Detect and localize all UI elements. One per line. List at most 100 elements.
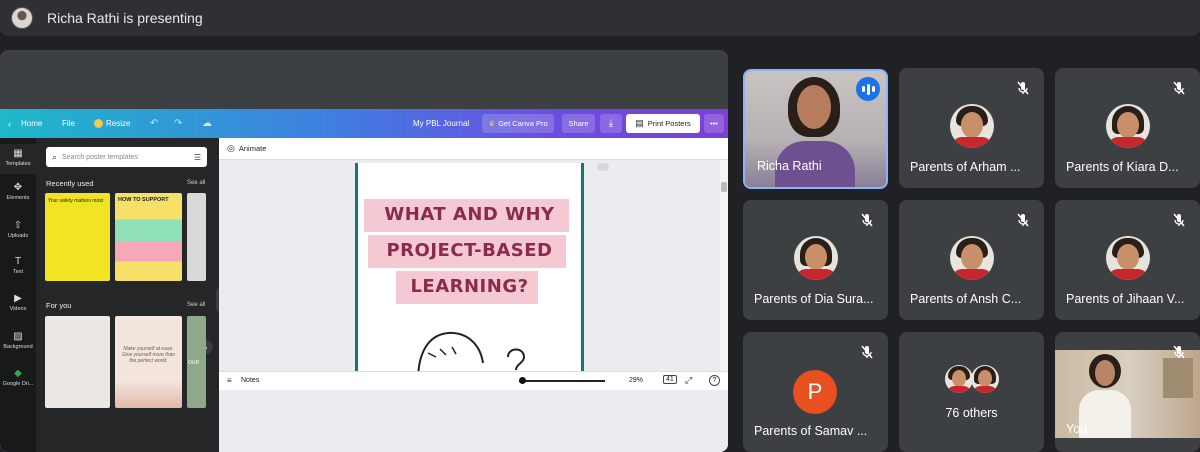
- search-icon: ⌕: [52, 151, 58, 162]
- avatar: [793, 236, 838, 280]
- document-title[interactable]: My PBL Journal: [413, 119, 469, 128]
- zoom-level[interactable]: 29%: [629, 377, 643, 384]
- avatar: [949, 104, 994, 148]
- resize-button[interactable]: Resize: [106, 119, 130, 128]
- template-search-input[interactable]: ⌕ Search poster templates ☰: [46, 147, 207, 167]
- undo-icon[interactable]: ↶: [150, 118, 158, 129]
- videos-icon: ▶: [14, 293, 22, 304]
- print-posters-button[interactable]: ▤ Print Posters: [626, 114, 700, 133]
- more-options-button[interactable]: •••: [704, 114, 724, 133]
- home-button[interactable]: Home: [21, 119, 42, 128]
- page-scroll-handle[interactable]: [597, 163, 609, 171]
- mic-off-icon: [1167, 76, 1191, 100]
- self-face: [1095, 360, 1115, 386]
- rail-google-drive[interactable]: ◆ Google Dri...: [0, 368, 36, 387]
- mic-off-icon: [1011, 208, 1035, 232]
- presenter-avatar: [11, 7, 33, 29]
- mic-off-icon: [855, 340, 879, 364]
- uploads-icon: ⇧: [13, 220, 23, 231]
- template-thumb-partial-2[interactable]: OUR: [187, 316, 206, 408]
- others-tile[interactable]: 76 others: [899, 332, 1044, 452]
- text-icon: T: [14, 256, 22, 267]
- participant-name: Parents of Samav ...: [754, 424, 868, 438]
- see-all-recent-link[interactable]: See all: [187, 180, 205, 186]
- mic-off-icon: [1011, 76, 1035, 100]
- headline-line-2: PROJECT-BASED: [386, 240, 553, 261]
- headline-line-1: WHAT AND WHY: [384, 204, 555, 225]
- participant-tile-samav[interactable]: P Parents of Samav ...: [743, 332, 888, 452]
- template-thumb-safety[interactable]: Your safety matters most: [45, 193, 110, 281]
- speaking-indicator-icon: [856, 77, 880, 101]
- rail-elements[interactable]: ✥ Elements: [0, 182, 36, 201]
- help-button[interactable]: ?: [709, 375, 720, 386]
- scrollbar-thumb[interactable]: [721, 182, 727, 192]
- templates-icon: ▦: [13, 148, 23, 159]
- file-menu[interactable]: File: [62, 119, 75, 128]
- template-thumb-quote[interactable]: Make yourself at ease. Give yourself mor…: [115, 316, 182, 408]
- rail-templates[interactable]: ▦ Templates: [0, 144, 36, 174]
- zoom-slider[interactable]: [519, 377, 605, 384]
- participant-tile-kiara[interactable]: Parents of Kiara D...: [1055, 68, 1200, 188]
- shared-screen[interactable]: ‹ Home File Resize ↶ ↷ ☁ My PBL Journal …: [0, 50, 728, 452]
- cloud-save-icon: ☁: [202, 118, 212, 129]
- design-page[interactable]: WHAT AND WHY PROJECT-BASED LEARNING?: [355, 163, 584, 381]
- notes-button[interactable]: Notes: [241, 377, 259, 384]
- self-background-board: [1163, 358, 1193, 398]
- participant-name: Parents of Arham ...: [910, 160, 1021, 174]
- canva-topbar: ‹ Home File Resize ↶ ↷ ☁ My PBL Journal …: [0, 109, 728, 138]
- avatar: [971, 365, 999, 393]
- rail-uploads[interactable]: ⇧ Uploads: [0, 220, 36, 239]
- template-thumb-partial[interactable]: [187, 193, 206, 281]
- mic-off-icon: [855, 208, 879, 232]
- page-count[interactable]: 41: [663, 375, 677, 384]
- chevron-left-icon[interactable]: ‹: [8, 119, 11, 129]
- animate-button[interactable]: Animate: [239, 144, 267, 153]
- filter-icon[interactable]: ☰: [194, 153, 201, 162]
- crown-icon: [94, 119, 103, 128]
- participant-name: Parents of Kiara D...: [1066, 160, 1179, 174]
- participant-name: Richa Rathi: [757, 159, 822, 173]
- presenting-banner: Richa Rathi is presenting: [0, 0, 1200, 36]
- for-you-heading: For you: [46, 301, 72, 310]
- fullscreen-icon[interactable]: ⤢: [685, 375, 692, 386]
- rail-text[interactable]: T Text: [0, 256, 36, 275]
- background-icon: ▨: [13, 331, 23, 342]
- template-thumb-support[interactable]: HOW TO SUPPORT: [115, 193, 182, 281]
- get-canva-pro-button[interactable]: ♛ Get Canva Pro: [482, 114, 554, 133]
- mic-off-icon: [1167, 340, 1191, 364]
- avatar: [1105, 104, 1150, 148]
- canva-workspace: ◎ Animate WHAT AND WHY PROJECT-BASED LEA…: [219, 138, 728, 452]
- rail-videos[interactable]: ▶ Videos: [0, 293, 36, 312]
- redo-icon[interactable]: ↷: [174, 118, 182, 129]
- crown-icon: ♛: [488, 119, 496, 128]
- headline-line-3: LEARNING?: [410, 276, 529, 297]
- initial-avatar: P: [793, 370, 837, 414]
- template-thumb-minimal[interactable]: [45, 316, 110, 408]
- rail-background[interactable]: ▨ Background: [0, 331, 36, 350]
- workspace-scrollbar[interactable]: [720, 160, 728, 382]
- avatar: [1105, 236, 1150, 280]
- elements-icon: ✥: [13, 182, 23, 193]
- self-tile[interactable]: You: [1055, 332, 1200, 452]
- see-all-for-you-link[interactable]: See all: [187, 302, 205, 308]
- canva-bottom-bar: ≡ Notes 29% 41 ⤢ ?: [219, 371, 728, 390]
- participant-name: Parents of Jihaan V...: [1066, 292, 1185, 306]
- avatar: [949, 236, 994, 280]
- download-icon[interactable]: ⤓: [600, 114, 622, 133]
- canva-editor: ‹ Home File Resize ↶ ↷ ☁ My PBL Journal …: [0, 109, 728, 452]
- others-count: 76 others: [945, 406, 998, 420]
- recently-used-heading: Recently used: [46, 179, 94, 188]
- self-name: You: [1066, 422, 1088, 436]
- zoom-slider-knob[interactable]: [519, 377, 526, 384]
- participant-tile-ansh[interactable]: Parents of Ansh C...: [899, 200, 1044, 320]
- participant-tile-richa[interactable]: Richa Rathi: [743, 69, 888, 189]
- participant-tile-dia[interactable]: Parents of Dia Sura...: [743, 200, 888, 320]
- animate-icon: ◎: [227, 143, 235, 153]
- templates-panel: ⌕ Search poster templates ☰ Recently use…: [36, 138, 224, 452]
- share-button[interactable]: Share: [562, 114, 595, 133]
- participant-name: Parents of Ansh C...: [910, 292, 1022, 306]
- animate-bar: ◎ Animate: [219, 138, 728, 160]
- participant-tile-arham[interactable]: Parents of Arham ...: [899, 68, 1044, 188]
- participant-name: Parents of Dia Sura...: [754, 292, 874, 306]
- participant-tile-jihaan[interactable]: Parents of Jihaan V...: [1055, 200, 1200, 320]
